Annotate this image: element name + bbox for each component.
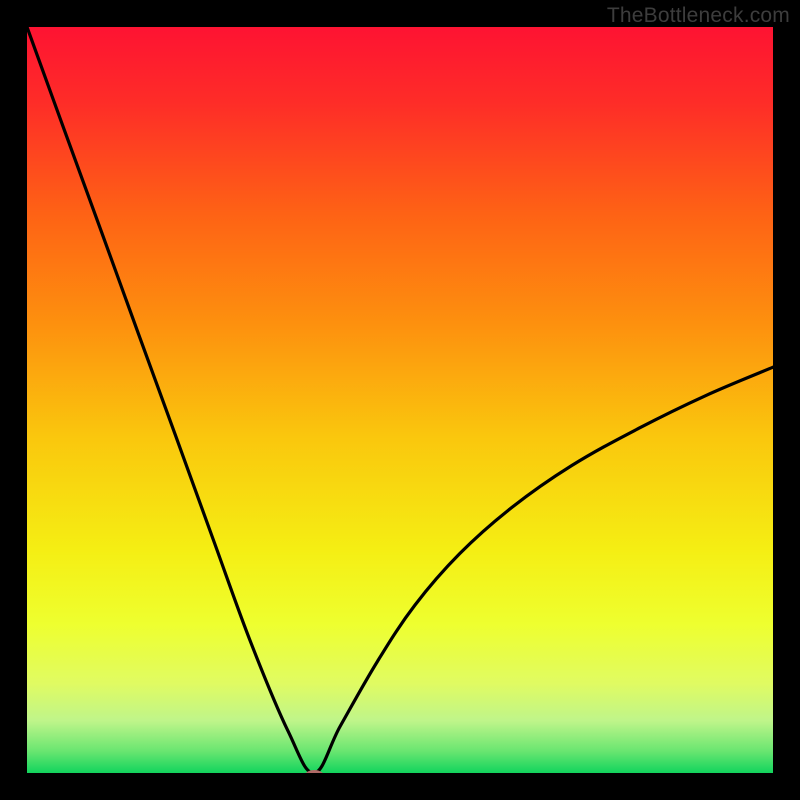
chart-background <box>27 27 773 773</box>
chart-frame <box>27 27 773 773</box>
watermark-text: TheBottleneck.com <box>607 4 790 28</box>
bottleneck-chart <box>27 27 773 773</box>
